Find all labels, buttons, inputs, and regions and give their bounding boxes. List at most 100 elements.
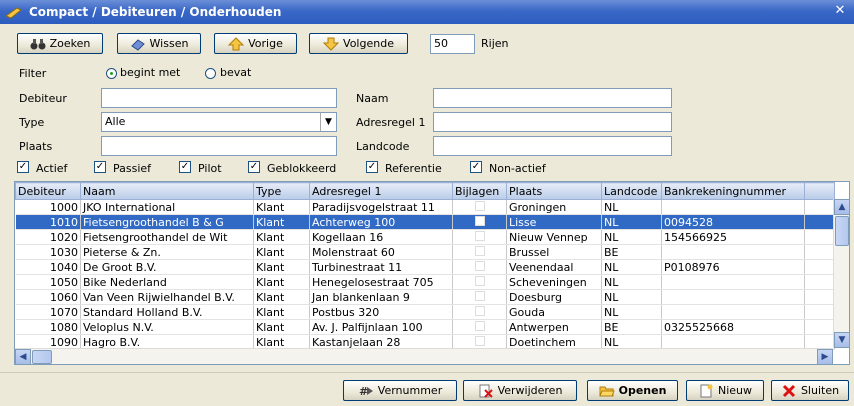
attachment-checkbox[interactable]	[474, 335, 485, 346]
open-button[interactable]: Openen	[587, 380, 678, 401]
attachment-checkbox[interactable]	[474, 215, 485, 226]
close-icon[interactable]: ✕	[832, 3, 848, 19]
type-select-value: Alle	[105, 115, 126, 128]
cell-plaats: Nieuw Vennep	[506, 229, 602, 245]
scroll-up-icon[interactable]: ▲	[834, 199, 849, 215]
cell-bankrekening: P0108976	[661, 259, 805, 275]
cell-plaats: Veenendaal	[506, 259, 602, 275]
close-button[interactable]: Sluiten	[771, 380, 849, 401]
radio-contains-label: bevat	[220, 66, 252, 79]
table-row[interactable]: 1000 JKO International Klant Paradijsvogels…	[15, 199, 835, 215]
cell-landcode: NL	[601, 289, 662, 305]
table-row[interactable]: 1010 Fietsengroothandel B & G Klant Achterw…	[15, 214, 835, 230]
next-button[interactable]: Volgende	[309, 33, 408, 54]
cell-type: Klant	[253, 274, 310, 290]
cell-naam: Van Veen Rijwielhandel B.V.	[80, 289, 254, 305]
col-header-debiteur[interactable]: Debiteur	[15, 182, 81, 200]
check-pilot[interactable]: ✓	[179, 161, 191, 173]
vertical-scroll-thumb[interactable]	[835, 216, 849, 246]
table-row[interactable]: 1030 Pieterse & Zn. Klant Molenstraat 60 Bru…	[15, 244, 835, 260]
delete-button[interactable]: Verwijderen	[463, 380, 577, 401]
cell-naam: De Groot B.V.	[80, 259, 254, 275]
vernummer-button-label: Vernummer	[377, 384, 443, 397]
debtor-grid[interactable]: Debiteur Naam Type Adresregel 1 Bijlagen…	[14, 181, 850, 365]
scroll-right-icon[interactable]: ▶	[817, 349, 833, 364]
cell-adres: Paradijsvogelstraat 11	[309, 199, 453, 215]
attachment-checkbox[interactable]	[474, 275, 485, 286]
col-header-landcode[interactable]: Landcode	[601, 182, 662, 200]
cell-bijlagen	[452, 319, 507, 335]
plaats-input[interactable]	[101, 136, 337, 156]
horizontal-scroll-thumb[interactable]	[32, 350, 52, 364]
debiteur-input[interactable]	[101, 88, 337, 108]
scroll-left-icon[interactable]: ◀	[15, 349, 31, 364]
eraser-icon	[130, 37, 146, 51]
attachment-checkbox[interactable]	[474, 320, 485, 331]
attachment-checkbox[interactable]	[474, 290, 485, 301]
check-actief[interactable]: ✓	[17, 161, 29, 173]
adres-input[interactable]	[433, 112, 672, 132]
horizontal-scrollbar[interactable]: ◀ ▶	[15, 348, 833, 364]
cell-bijlagen	[452, 199, 507, 215]
radio-starts-with[interactable]	[106, 68, 117, 79]
cell-adres: Henegelosestraat 705	[309, 274, 453, 290]
col-header-naam[interactable]: Naam	[80, 182, 254, 200]
check-passief[interactable]: ✓	[94, 161, 106, 173]
attachment-checkbox[interactable]	[474, 245, 485, 256]
table-row[interactable]: 1080 Veloplus N.V. Klant Av. J. Palfijnlaan…	[15, 319, 835, 335]
cell-landcode: BE	[601, 244, 662, 260]
cell-type: Klant	[253, 229, 310, 245]
new-button[interactable]: Nieuw	[686, 380, 764, 401]
table-row[interactable]: 1020 Fietsengroothandel de Wit Klant Kogell…	[15, 229, 835, 245]
check-geblokkeerd[interactable]: ✓	[248, 161, 260, 173]
attachment-checkbox[interactable]	[474, 230, 485, 241]
prev-button[interactable]: Vorige	[214, 33, 297, 54]
cell-landcode: NL	[601, 274, 662, 290]
vertical-scrollbar[interactable]: ▲ ▼	[833, 199, 849, 348]
check-referentie[interactable]: ✓	[366, 161, 378, 173]
table-row[interactable]: 1050 Bike Nederland Klant Henegelosestraat …	[15, 274, 835, 290]
type-select[interactable]: Alle ▼	[101, 112, 337, 132]
table-row[interactable]: 1060 Van Veen Rijwielhandel B.V. Klant Jan …	[15, 289, 835, 305]
attachment-checkbox[interactable]	[474, 200, 485, 211]
landcode-input[interactable]	[433, 136, 672, 156]
chevron-down-icon[interactable]: ▼	[320, 113, 336, 131]
cell-debiteur: 1030	[15, 244, 81, 260]
attachment-checkbox[interactable]	[474, 305, 485, 316]
prev-button-label: Vorige	[248, 37, 283, 50]
attachment-checkbox[interactable]	[474, 260, 485, 271]
col-header-adres[interactable]: Adresregel 1	[309, 182, 453, 200]
cell-bijlagen	[452, 244, 507, 260]
vernummer-button[interactable]: # Vernummer	[343, 380, 457, 401]
cell-filler	[804, 319, 835, 335]
cell-debiteur: 1020	[15, 229, 81, 245]
cell-naam: Standard Holland B.V.	[80, 304, 254, 320]
col-header-bijlagen[interactable]: Bijlagen	[452, 182, 507, 200]
table-row[interactable]: 1070 Standard Holland B.V. Klant Postbus 32…	[15, 304, 835, 320]
col-header-plaats[interactable]: Plaats	[506, 182, 602, 200]
check-geblokkeerd-label: Geblokkeerd	[267, 162, 337, 175]
search-button[interactable]: Zoeken	[17, 33, 103, 54]
naam-input[interactable]	[433, 88, 672, 108]
rows-input[interactable]: 50	[430, 34, 475, 54]
cell-type: Klant	[253, 214, 310, 230]
delete-doc-icon	[478, 384, 494, 398]
scroll-down-icon[interactable]: ▼	[834, 332, 849, 348]
clear-button[interactable]: Wissen	[117, 33, 201, 54]
footer-bar: # Vernummer Verwijderen Openen Nieuw Slu…	[0, 372, 854, 406]
check-non-actief[interactable]: ✓	[470, 161, 482, 173]
cell-filler	[804, 199, 835, 215]
col-header-type[interactable]: Type	[253, 182, 310, 200]
table-row[interactable]: 1040 De Groot B.V. Klant Turbinestraat 11 Ve…	[15, 259, 835, 275]
open-button-label: Openen	[618, 384, 667, 397]
cell-type: Klant	[253, 244, 310, 260]
radio-contains[interactable]	[205, 68, 216, 79]
clear-button-label: Wissen	[149, 37, 189, 50]
new-button-label: Nieuw	[717, 384, 753, 397]
next-button-label: Volgende	[343, 37, 394, 50]
svg-text:#: #	[359, 385, 368, 398]
cell-adres: Kogellaan 16	[309, 229, 453, 245]
pencil-icon	[4, 5, 23, 19]
cell-adres: Postbus 320	[309, 304, 453, 320]
col-header-bankrekening[interactable]: Bankrekeningnummer	[661, 182, 805, 200]
